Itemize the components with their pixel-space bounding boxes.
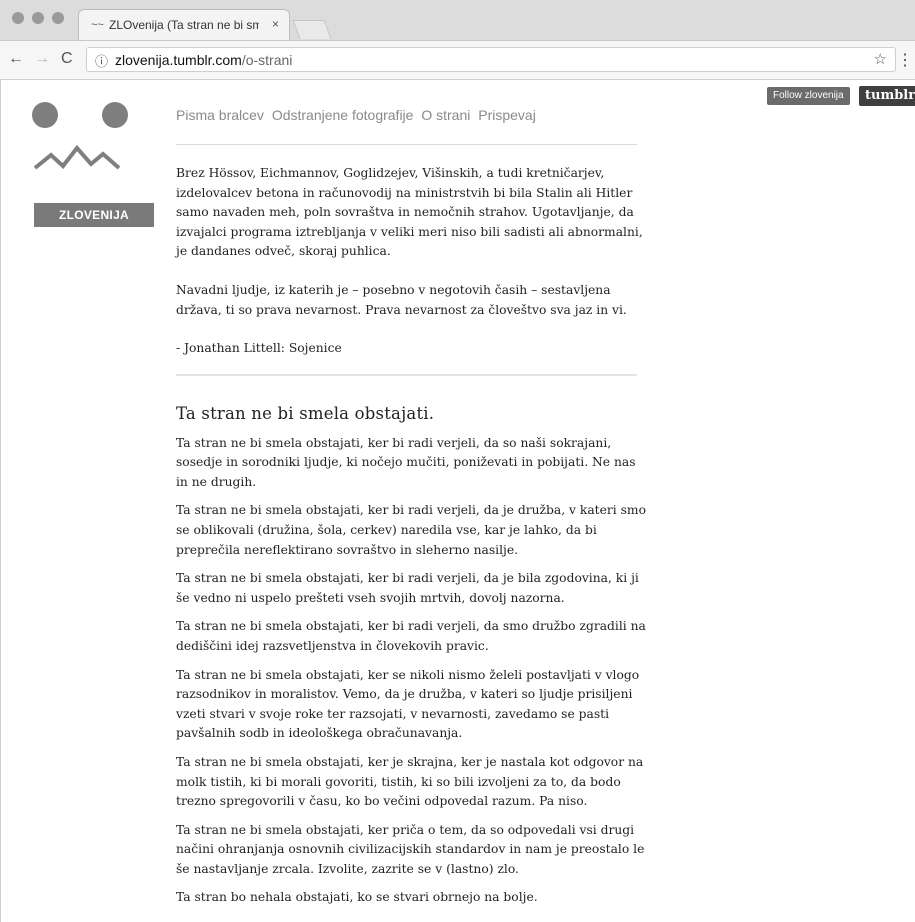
article-paragraph: Ta stran ne bi smela obstajati, ker je s… (176, 754, 644, 809)
nav-item-o-strani[interactable]: O strani (421, 107, 470, 123)
reload-icon[interactable]: C (61, 50, 73, 68)
article-paragraph: Ta stran ne bi smela obstajati, ker bi r… (176, 619, 646, 653)
url-path: /o-strani (241, 52, 293, 68)
divider (176, 144, 637, 145)
article-paragraph: Ta stran ne bi smela obstajati, ker bi r… (176, 503, 646, 557)
tab-close-icon[interactable]: × (272, 17, 279, 31)
article-paragraph: Ta stran bo nehala obstajati, ko se stva… (176, 890, 538, 905)
follow-button[interactable]: Follow zlovenija (767, 87, 850, 105)
url-host: zlovenija.tumblr.com (115, 52, 242, 68)
forward-arrow-icon[interactable]: → (34, 50, 50, 68)
nav-item-prispevaj[interactable]: Prispevaj (478, 107, 536, 123)
url-text[interactable]: zlovenija.tumblr.com/o-strani (115, 52, 292, 68)
article-title: Ta stran ne bi smela obstajati. (176, 404, 435, 423)
brand-label[interactable]: ZLOVENIJA (34, 203, 154, 227)
divider (176, 374, 637, 376)
browser-tab-bar: ~~ ZLOvenija (Ta stran ne bi smela obsta… (0, 0, 915, 41)
intro-quote: Brez Hössov, Eichmannov, Goglidzejev, Vi… (176, 164, 646, 378)
top-navigation: Pisma bralcev Odstranjene fotografije O … (176, 107, 540, 123)
article-paragraph: Ta stran ne bi smela obstajati, ker bi r… (176, 435, 636, 489)
site-info-icon[interactable]: ⓘ (95, 51, 108, 70)
tumblr-logo-button[interactable]: tumblr. (859, 86, 915, 106)
quote-paragraph: Navadni ljudje, iz katerih je – posebno … (176, 282, 627, 317)
favicon-icon: ~~ (91, 19, 104, 31)
article-paragraph: Ta stran ne bi smela obstajati, ker bi r… (176, 571, 639, 605)
logo-left-eye (32, 102, 58, 128)
address-toolbar: ← → C ⓘ zlovenija.tumblr.com/o-strani ☆ … (0, 41, 915, 80)
quote-paragraph: Brez Hössov, Eichmannov, Goglidzejev, Vi… (176, 166, 643, 259)
new-tab-button[interactable] (292, 20, 332, 39)
article-post: Ta stran ne bi smela obstajati. Ta stran… (176, 404, 646, 917)
article-paragraph: Ta stran ne bi smela obstajati, ker prič… (176, 822, 645, 876)
web-page: ZLOVENIJA Follow zlovenija tumblr. Pisma… (0, 80, 915, 922)
bookmark-star-icon[interactable]: ☆ (874, 50, 887, 68)
close-window-button[interactable] (12, 12, 24, 24)
logo-mountains-icon (33, 144, 121, 170)
minimize-window-button[interactable] (32, 12, 44, 24)
article-paragraph: Ta stran ne bi smela obstajati, ker se n… (176, 667, 640, 741)
tab-title: ZLOvenija (Ta stran ne bi smela obstajat… (109, 18, 259, 32)
logo-right-eye (102, 102, 128, 128)
back-arrow-icon[interactable]: ← (8, 50, 24, 68)
quote-attribution: - Jonathan Littell: Sojenice (176, 341, 342, 356)
browser-menu-icon[interactable]: ⋮ (897, 50, 913, 70)
nav-item-pisma-bralcev[interactable]: Pisma bralcev (176, 107, 264, 123)
zoom-window-button[interactable] (52, 12, 64, 24)
browser-tab[interactable]: ~~ ZLOvenija (Ta stran ne bi smela obsta… (78, 9, 290, 40)
address-bar[interactable]: ⓘ zlovenija.tumblr.com/o-strani ☆ (86, 47, 896, 72)
nav-item-odstranjene-fotografije[interactable]: Odstranjene fotografije (272, 107, 414, 123)
